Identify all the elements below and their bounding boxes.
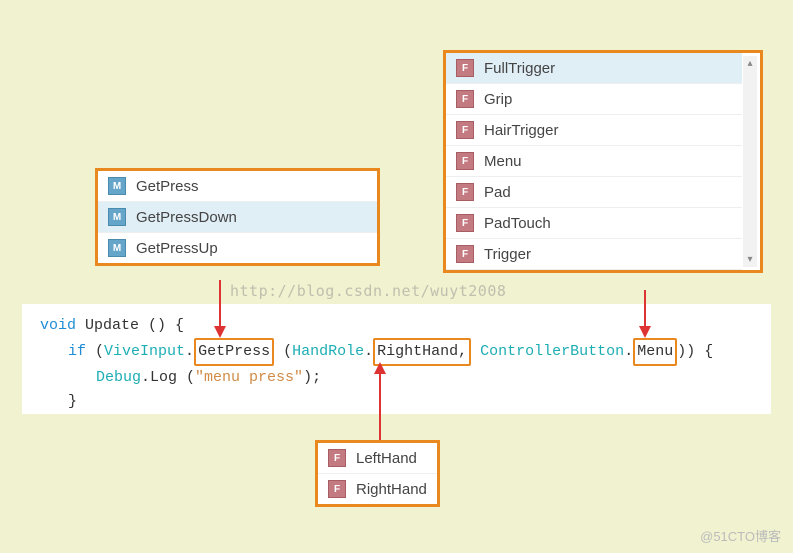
item-label: Grip	[484, 91, 512, 108]
autocomplete-item[interactable]: F RightHand	[318, 474, 437, 504]
item-label: Menu	[484, 153, 522, 170]
code-text: (	[274, 343, 292, 360]
autocomplete-item[interactable]: M GetPressUp	[98, 233, 377, 263]
code-line: Debug.Log ("menu press");	[40, 366, 753, 390]
field-icon: F	[456, 183, 474, 201]
watermark: @51CTO博客	[700, 526, 781, 545]
scroll-down-icon[interactable]: ▾	[747, 254, 752, 265]
scroll-up-icon[interactable]: ▴	[747, 58, 752, 69]
autocomplete-item[interactable]: M GetPressDown	[98, 202, 377, 233]
class-name: HandRole	[292, 343, 364, 360]
item-label: Trigger	[484, 246, 531, 263]
item-label: LeftHand	[356, 450, 417, 467]
autocomplete-item[interactable]: F LeftHand	[318, 443, 437, 474]
code-text: .	[185, 343, 194, 360]
method-icon: M	[108, 239, 126, 257]
autocomplete-item[interactable]: F Pad	[446, 177, 742, 208]
autocomplete-item[interactable]: F HairTrigger	[446, 115, 742, 146]
autocomplete-item[interactable]: F Grip	[446, 84, 742, 115]
field-icon: F	[456, 59, 474, 77]
class-name: Debug	[96, 369, 141, 386]
scrollbar[interactable]: ▴ ▾	[743, 56, 757, 267]
field-icon: F	[328, 449, 346, 467]
field-icon: F	[456, 214, 474, 232]
item-label: RightHand	[356, 481, 427, 498]
boxed-button: Menu	[633, 338, 677, 366]
hands-popup: F LeftHand F RightHand	[315, 440, 440, 507]
code-text: }	[68, 393, 77, 410]
autocomplete-item[interactable]: F Trigger	[446, 239, 742, 270]
field-icon: F	[456, 90, 474, 108]
field-icon: F	[456, 121, 474, 139]
keyword: void	[40, 317, 76, 334]
method-icon: M	[108, 177, 126, 195]
boxed-hand: RightHand,	[373, 338, 471, 366]
autocomplete-item[interactable]: M GetPress	[98, 171, 377, 202]
methods-popup: M GetPress M GetPressDown M GetPressUp	[95, 168, 380, 266]
buttons-popup: F FullTrigger F Grip F HairTrigger F Men…	[443, 50, 763, 273]
class-name: ViveInput	[104, 343, 185, 360]
code-text: .Log (	[141, 369, 195, 386]
field-icon: F	[456, 152, 474, 170]
code-text: .	[364, 343, 373, 360]
code-text: (	[86, 343, 104, 360]
class-name: ControllerButton	[480, 343, 624, 360]
autocomplete-item[interactable]: F FullTrigger	[446, 53, 742, 84]
code-line: }	[40, 390, 753, 414]
url-watermark: http://blog.csdn.net/wuyt2008	[230, 282, 506, 300]
field-icon: F	[456, 245, 474, 263]
item-label: GetPressUp	[136, 240, 218, 257]
code-text: Update () {	[76, 317, 184, 334]
item-label: GetPress	[136, 178, 199, 195]
item-label: HairTrigger	[484, 122, 558, 139]
autocomplete-item[interactable]: F Menu	[446, 146, 742, 177]
code-text: .	[624, 343, 633, 360]
code-text	[471, 343, 480, 360]
item-label: PadTouch	[484, 215, 551, 232]
method-icon: M	[108, 208, 126, 226]
autocomplete-item[interactable]: F PadTouch	[446, 208, 742, 239]
code-text: );	[303, 369, 321, 386]
keyword: if	[68, 343, 86, 360]
string-literal: "menu press"	[195, 369, 303, 386]
code-line: if (ViveInput.GetPress (HandRole.RightHa…	[40, 338, 753, 366]
field-icon: F	[328, 480, 346, 498]
item-label: GetPressDown	[136, 209, 237, 226]
item-label: FullTrigger	[484, 60, 555, 77]
code-line: void Update () {	[40, 314, 753, 338]
code-editor[interactable]: void Update () { if (ViveInput.GetPress …	[22, 304, 771, 414]
boxed-method: GetPress	[194, 338, 274, 366]
item-label: Pad	[484, 184, 511, 201]
code-text: )) {	[677, 343, 713, 360]
